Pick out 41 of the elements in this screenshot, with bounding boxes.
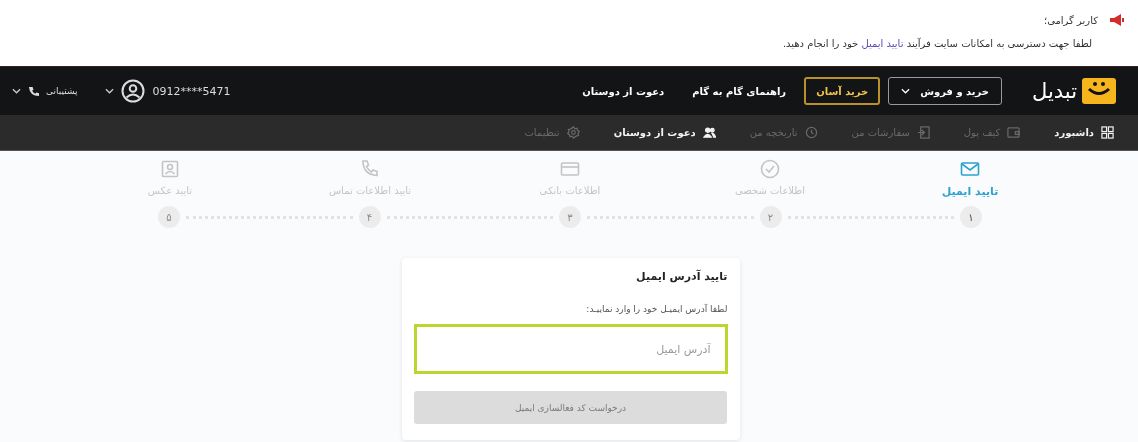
grid-icon bbox=[1101, 126, 1114, 139]
step-label: اطلاعات بانکی bbox=[539, 185, 601, 196]
avatar-icon bbox=[121, 79, 146, 103]
caret-icon bbox=[105, 88, 115, 94]
email-field[interactable]: آدرس ایمیل bbox=[413, 324, 728, 374]
history-icon bbox=[804, 126, 818, 139]
support-menu[interactable]: پشتیبانی bbox=[12, 85, 78, 97]
step-number: ۳ bbox=[559, 206, 581, 228]
settings-icon bbox=[566, 126, 580, 139]
credit-card-icon bbox=[560, 159, 580, 179]
megaphone-icon bbox=[1110, 14, 1124, 26]
phone-icon bbox=[360, 159, 380, 179]
logo-icon bbox=[1082, 78, 1116, 104]
step-label: اطلاعات شخصی bbox=[734, 185, 806, 196]
check-circle-icon bbox=[760, 159, 780, 179]
card-title: تایید آدرس ایمیل bbox=[635, 270, 728, 283]
verify-email-link[interactable]: تایید ایمیل bbox=[861, 38, 904, 49]
notice-message: لطفا جهت دسترسی به امکانات سایت فرآیند تایید ایمیل خود را انجام دهید. bbox=[781, 38, 1092, 49]
buy-sell-dropdown[interactable]: خرید و فروش bbox=[888, 77, 1003, 105]
portrait-icon bbox=[160, 159, 180, 179]
phone-icon bbox=[28, 85, 39, 97]
caret-icon bbox=[12, 88, 21, 94]
nav-link[interactable]: راهنمای گام به گام bbox=[692, 85, 787, 97]
subnav-item[interactable]: دعوت از دوستان bbox=[613, 126, 716, 139]
step-label: تایید ایمیل bbox=[941, 185, 999, 198]
step-number: ۵ bbox=[158, 206, 180, 228]
users-icon bbox=[702, 126, 716, 139]
wallet-icon bbox=[1007, 126, 1021, 139]
logo-text: تبدیل bbox=[1032, 79, 1077, 103]
easy-buy-button[interactable]: خرید آسان bbox=[804, 77, 881, 105]
user-menu[interactable]: 0912****5471 bbox=[105, 79, 231, 103]
subnav-item[interactable]: داشبورد bbox=[1054, 126, 1114, 139]
envelope-icon bbox=[960, 159, 980, 179]
caret-icon bbox=[901, 88, 911, 94]
exit-icon bbox=[916, 126, 930, 139]
notice-title: کاربر گرامی؛ bbox=[1043, 14, 1098, 26]
step-number: ۱ bbox=[960, 206, 982, 228]
step-number: ۴ bbox=[358, 206, 381, 228]
nav-link[interactable]: دعوت از دوستان bbox=[582, 85, 665, 97]
field-hint: لطفا آدرس ایمیـل خود را وارد نماییـد: bbox=[585, 304, 728, 314]
step-number: ۲ bbox=[759, 206, 782, 228]
